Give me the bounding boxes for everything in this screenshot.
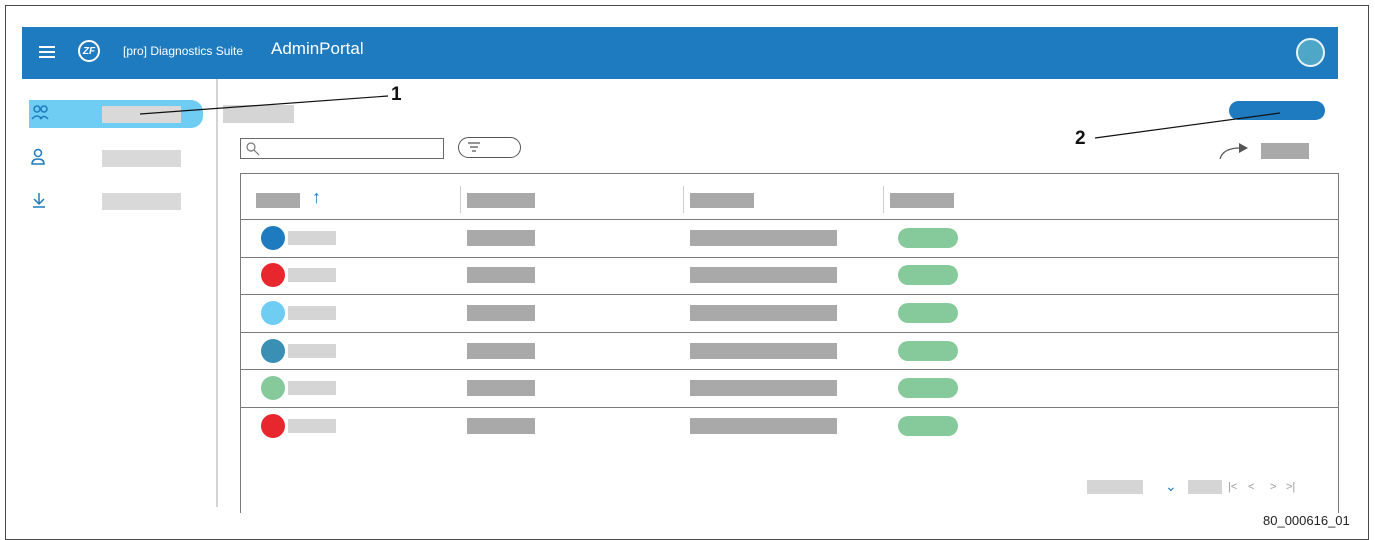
callout-2: 2 [1075,128,1086,149]
figure-code: 80_000616_01 [1263,513,1350,528]
callout-1: 1 [391,84,402,105]
callout-lines [139,95,1281,139]
